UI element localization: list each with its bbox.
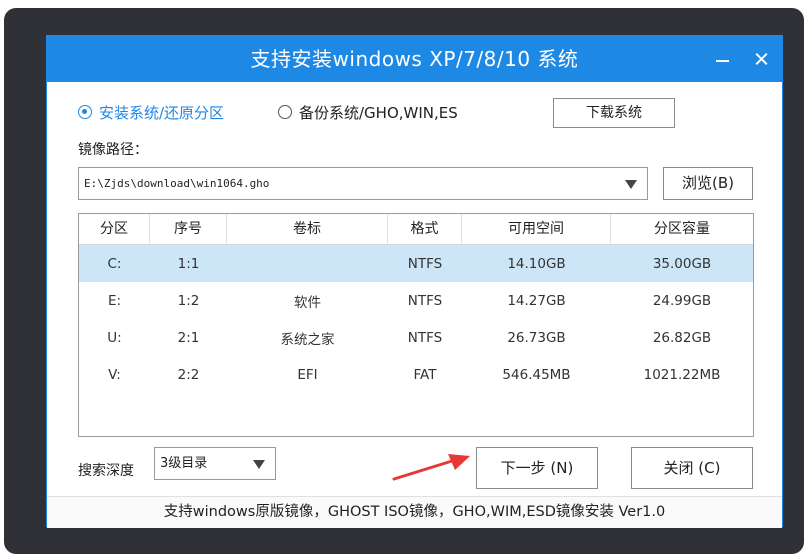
column-header: 卷标 [227, 214, 388, 244]
cell-capacity: 24.99GB [652, 292, 712, 309]
cell-partition: V: [108, 366, 121, 383]
cell-free-space: 14.27GB [507, 292, 566, 309]
cell-volume-label: 软件 [294, 294, 321, 311]
cell-volume-label: EFI [297, 366, 318, 383]
backup-system-option[interactable]: 备份系统/GHO,WIN,ES [278, 101, 458, 123]
cell-format: NTFS [407, 255, 443, 272]
cell-format: NTFS [407, 292, 443, 309]
next-button[interactable]: 下一步 (N) [476, 447, 598, 489]
cell-free-space: 14.10GB [507, 255, 566, 272]
cell-format: FAT [413, 366, 437, 383]
table-row[interactable]: C: 1:1 NTFS 14.10GB 35.00GB [79, 245, 753, 282]
dropdown-arrow-icon[interactable] [625, 180, 637, 189]
radio-unchecked-icon[interactable] [278, 105, 292, 119]
search-depth-select[interactable]: 3级目录 [154, 447, 276, 480]
cell-partition: E: [107, 292, 122, 309]
cell-volume-label: 系统之家 [280, 331, 335, 348]
close-icon[interactable] [750, 47, 774, 71]
cell-free-space: 546.45MB [502, 366, 571, 383]
dropdown-arrow-icon[interactable] [253, 460, 265, 469]
cell-format: NTFS [407, 329, 443, 346]
footer-info: 支持windows原版镜像，GHOST ISO镜像，GHO,WIM,ESD镜像安… [47, 496, 782, 528]
cell-index: 2:1 [177, 329, 200, 346]
table-header: 分区 序号 卷标 格式 可用空间 分区容量 [79, 214, 753, 245]
table-row[interactable]: U: 2:1 系统之家 NTFS 26.73GB 26.82GB [79, 319, 753, 356]
image-path-select[interactable]: E:\Zjds\download\win1064.gho [78, 167, 648, 200]
table-row[interactable]: V: 2:2 EFI FAT 546.45MB 1021.22MB [79, 356, 753, 393]
install-system-label: 安装系统/还原分区 [99, 103, 225, 122]
column-header: 分区容量 [654, 221, 710, 237]
search-depth-label: 搜索深度 [78, 463, 134, 479]
annotation-arrow-icon [392, 454, 470, 481]
partition-table: 分区 序号 卷标 格式 可用空间 分区容量 C: 1:1 NTFS 14.10G… [78, 213, 754, 437]
table-row[interactable]: E: 1:2 软件 NTFS 14.27GB 24.99GB [79, 282, 753, 319]
column-header: 序号 [150, 214, 227, 244]
close-button[interactable]: 关闭 (C) [631, 447, 753, 489]
image-path-label: 镜像路径： [78, 142, 148, 158]
column-header: 格式 [388, 214, 462, 244]
cell-capacity: 26.82GB [652, 329, 712, 346]
download-system-button[interactable]: 下载系统 [553, 98, 675, 128]
search-depth-value: 3级目录 [160, 456, 208, 471]
window-title: 支持安装windows XP/7/8/10 系统 [250, 47, 579, 71]
cell-index: 1:2 [177, 292, 200, 309]
cell-index: 2:2 [177, 366, 200, 383]
column-header: 可用空间 [462, 214, 611, 244]
install-system-option[interactable]: 安装系统/还原分区 [78, 101, 224, 123]
cell-free-space: 26.73GB [507, 329, 566, 346]
installer-window: 支持安装windows XP/7/8/10 系统 安装系统/还原分区 备份系统/… [46, 35, 783, 528]
cell-partition: C: [107, 255, 122, 272]
title-bar: 支持安装windows XP/7/8/10 系统 [47, 36, 782, 82]
browse-button[interactable]: 浏览(B) [663, 167, 753, 200]
backup-system-label: 备份系统/GHO,WIN,ES [299, 103, 458, 122]
column-header: 分区 [79, 214, 150, 244]
radio-checked-icon[interactable] [78, 105, 92, 119]
cell-capacity: 1021.22MB [643, 366, 721, 383]
image-path-value: E:\Zjds\download\win1064.gho [84, 177, 270, 190]
cell-index: 1:1 [177, 255, 200, 272]
cell-partition: U: [107, 329, 122, 346]
cell-capacity: 35.00GB [652, 255, 712, 272]
minimize-icon[interactable] [711, 47, 735, 71]
